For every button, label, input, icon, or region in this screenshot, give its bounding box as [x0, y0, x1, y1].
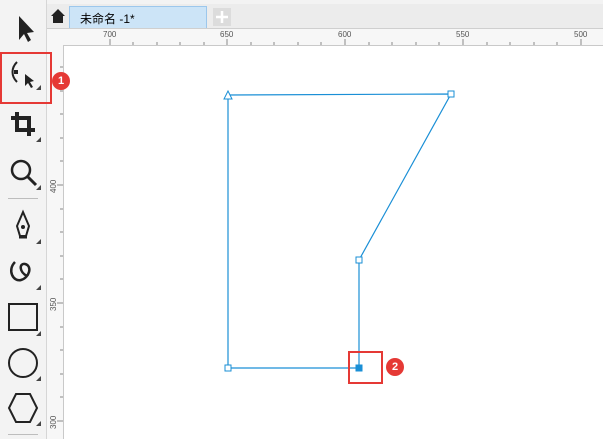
ruler-label: 550: [456, 30, 470, 39]
ruler-origin[interactable]: [47, 29, 64, 46]
flyout-indicator: [36, 376, 41, 381]
flyout-indicator: [36, 421, 41, 426]
path-node[interactable]: [447, 90, 455, 98]
badge-1: 1: [52, 72, 70, 90]
vertical-ruler[interactable]: 400 350 300: [47, 45, 64, 439]
drawing-canvas[interactable]: [64, 46, 603, 439]
ruler-ticks: [109, 39, 582, 45]
path-node[interactable]: [224, 364, 232, 372]
ruler-label: 600: [338, 30, 352, 39]
home-button[interactable]: [47, 4, 69, 28]
home-icon: [51, 9, 65, 23]
path-node[interactable]: [355, 256, 363, 264]
document-tab-bar: 未命名 -1*: [47, 4, 603, 29]
flyout-indicator: [36, 285, 41, 290]
drawing-surface: [223, 89, 455, 372]
pick-tool[interactable]: [3, 8, 43, 48]
ruler-label: 300: [49, 415, 58, 429]
ruler-label: 650: [220, 30, 234, 39]
document-tab-title: 未命名 -1*: [80, 12, 135, 26]
document-tab[interactable]: 未命名 -1*: [69, 6, 207, 28]
toolbox-divider: [8, 198, 38, 199]
rectangle-tool[interactable]: [3, 298, 43, 338]
highlight-node: [348, 351, 383, 384]
freehand-tool[interactable]: [3, 252, 43, 292]
flyout-indicator: [36, 239, 41, 244]
selected-path[interactable]: [227, 93, 453, 369]
badge-2: 2: [386, 358, 404, 376]
flyout-indicator: [36, 137, 41, 142]
crop-tool[interactable]: [3, 104, 43, 144]
zoom-tool[interactable]: [3, 152, 43, 192]
add-tab-button[interactable]: [213, 8, 231, 26]
ruler-label: 500: [574, 30, 588, 39]
flyout-indicator: [36, 185, 41, 190]
ruler-label: 350: [49, 297, 58, 311]
ruler-label: 400: [49, 179, 58, 193]
pen-tool[interactable]: [3, 206, 43, 246]
arrow-pointer-icon: [19, 16, 34, 42]
flyout-indicator: [36, 331, 41, 336]
toolbox-divider: [8, 434, 38, 435]
ruler-label: 700: [103, 30, 117, 39]
plus-icon: [216, 11, 228, 23]
ellipse-tool[interactable]: [3, 343, 43, 383]
highlight-shape-tool: [0, 52, 52, 104]
ruler-ticks: [57, 66, 63, 422]
horizontal-ruler[interactable]: 700 650 600 550 500: [63, 29, 603, 46]
polygon-tool[interactable]: [3, 388, 43, 428]
